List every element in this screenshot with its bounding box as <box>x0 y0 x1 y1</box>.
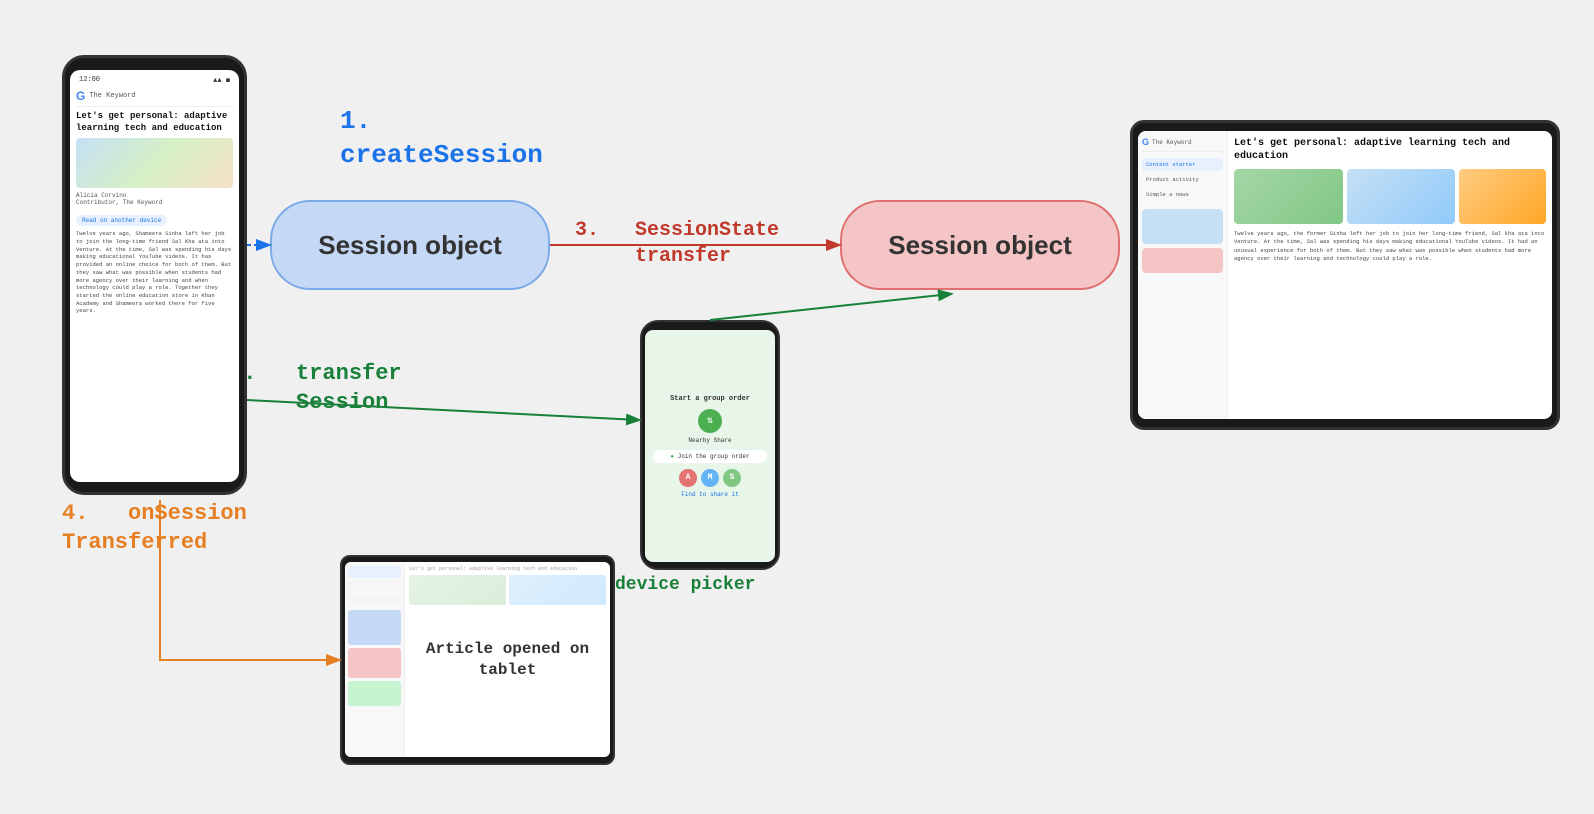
phone-signal: ▲▲ ◼ <box>213 76 230 85</box>
tablet-body-text: Twelve years ago, the former Sinha left … <box>1234 230 1546 263</box>
tablet-app-name: The Keyword <box>1152 139 1192 146</box>
tablet-nav-item-2[interactable]: Product activity <box>1142 173 1223 186</box>
device-picker-title: Start a group order <box>670 395 750 403</box>
step1-number: 1. <box>340 105 543 139</box>
phone-left: 12:00 ▲▲ ◼ G The Keyword Let's get perso… <box>62 55 247 495</box>
step2-text2: Session <box>296 390 388 415</box>
session-box-left-text: Session object <box>318 230 502 261</box>
phone-time: 12:00 <box>79 76 100 85</box>
tablet-bottom-content: Let's get personal: adaptive learning te… <box>405 562 610 757</box>
avatar-2: M <box>701 469 719 487</box>
phone-author-sub: Contributor, The Keyword <box>76 199 162 206</box>
tablet-content: Let's get personal: adaptive learning te… <box>1228 131 1552 419</box>
tablet-image-1 <box>1234 169 1343 224</box>
session-box-right-text: Session object <box>888 230 1072 261</box>
session-box-right: Session object <box>840 200 1120 290</box>
device-item-text: Join the group order <box>678 453 750 460</box>
step1-label: 1. createSession <box>340 105 543 173</box>
tablet-bottom: Let's get personal: adaptive learning te… <box>340 555 615 765</box>
tablet-article-title: Let's get personal: adaptive learning te… <box>1234 137 1546 163</box>
step2-text1: transfer <box>296 361 402 386</box>
step4-text1: onSession <box>128 501 247 526</box>
tablet-images-row <box>1234 169 1546 224</box>
phone-left-screen: 12:00 ▲▲ ◼ G The Keyword Let's get perso… <box>70 70 239 482</box>
step3-text1: SessionState <box>635 219 779 242</box>
phone-read-on-button[interactable]: Read on another device <box>76 215 167 226</box>
google-logo: G <box>76 89 85 103</box>
sidebar-nav-2 <box>348 581 401 591</box>
nearby-share-icon: ⇅ <box>698 409 722 433</box>
device-picker-label-text: device picker <box>615 575 755 595</box>
device-share-label: Find to share it <box>681 491 739 498</box>
step3-text2: transfer <box>635 245 731 268</box>
nearby-share-label: Nearby Share <box>688 437 731 444</box>
step1-text: createSession <box>340 139 543 173</box>
tablet-image-3 <box>1459 169 1546 224</box>
step3-number: 3. <box>575 219 599 242</box>
step4-text2: Transferred <box>62 530 207 555</box>
phone-author: Alicia Corvino Contributor, The Keyword <box>76 192 233 206</box>
phone-header: G The Keyword <box>76 89 233 107</box>
device-picker-screen: Start a group order ⇅ Nearby Share ● Joi… <box>645 330 775 562</box>
avatar-1: A <box>679 469 697 487</box>
step3-label: 3. SessionState transfer <box>575 218 779 270</box>
phone-status-bar: 12:00 ▲▲ ◼ <box>76 76 233 85</box>
article-opened-overlay: Article opened on tablet <box>405 562 610 757</box>
phone-article-title: Let's get personal: adaptive learning te… <box>76 111 233 134</box>
article-opened-text: Article opened on tablet <box>415 639 600 681</box>
sidebar-nav-3 <box>348 594 401 604</box>
sidebar-nav-1 <box>348 566 401 578</box>
sidebar-thumb-3 <box>348 681 401 706</box>
tablet-google-logo: G <box>1142 137 1149 147</box>
device-avatars: A M S <box>679 469 741 487</box>
phone-middle: Start a group order ⇅ Nearby Share ● Joi… <box>640 320 780 570</box>
sidebar-thumb-2 <box>348 648 401 678</box>
tablet-thumbnail-2 <box>1142 248 1223 273</box>
tablet-bottom-screen: Let's get personal: adaptive learning te… <box>345 562 610 757</box>
device-picker-label: device picker <box>615 575 755 595</box>
phone-article-image <box>76 138 233 188</box>
avatar-3: S <box>723 469 741 487</box>
phone-body-text: Twelve years ago, Shameera Sinha left he… <box>76 230 233 315</box>
step4-label: 4. onSession Transferred <box>62 500 247 557</box>
tablet-bottom-sidebar <box>345 562 405 757</box>
sidebar-thumb-1 <box>348 610 401 645</box>
tablet-nav-item-3[interactable]: Simple a news <box>1142 188 1223 201</box>
step4-number: 4. <box>62 501 88 526</box>
step2-label: 2. transfer Session <box>230 360 402 417</box>
tablet-sidebar: G The Keyword Content starter Product ac… <box>1138 131 1228 419</box>
tablet-logo: G The Keyword <box>1142 137 1223 152</box>
tablet-nav-item-1[interactable]: Content starter <box>1142 158 1223 171</box>
tablet-right-screen: G The Keyword Content starter Product ac… <box>1138 131 1552 419</box>
tablet-image-2 <box>1347 169 1456 224</box>
device-item: ● Join the group order <box>653 450 767 463</box>
phone-app-name: The Keyword <box>89 92 135 100</box>
tablet-thumbnail-1 <box>1142 209 1223 244</box>
session-box-left: Session object <box>270 200 550 290</box>
phone-author-name: Alicia Corvino <box>76 192 126 199</box>
tablet-right: G The Keyword Content starter Product ac… <box>1130 120 1560 430</box>
diagram-container: 1. createSession 2. transfer Session 3. … <box>0 0 1594 814</box>
